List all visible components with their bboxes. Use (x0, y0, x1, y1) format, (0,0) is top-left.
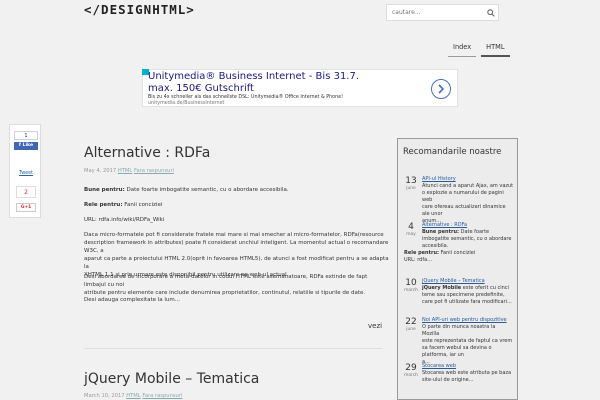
post-title-link[interactable]: Alternative : RDFa (422, 222, 467, 228)
ad-arrow-button[interactable] (431, 79, 451, 99)
article-category-link[interactable]: HTML (126, 393, 140, 399)
google-plus-button[interactable]: G+1 (16, 203, 36, 212)
google-plus-count: 2 (16, 186, 36, 198)
ad-url[interactable]: unitymedia.de/BusinessInternet (148, 101, 224, 106)
search-icon[interactable] (484, 6, 498, 20)
post-excerpt-more: Rele pentru: Fanii conciziei URL: rdfa..… (404, 250, 514, 264)
post-excerpt: Atunci cand a aparut Ajax, am vazut o ex… (422, 183, 514, 225)
article-paragraph: Daca micro-formatele pot fi considerate … (84, 231, 389, 279)
label-bad-for: Rele pentru: (404, 250, 440, 256)
article-comments-link[interactable]: Fara raspunsuri (134, 168, 174, 174)
facebook-like-count: 1 (14, 131, 38, 140)
text-line: Stocarea web este atributa pe baza (422, 370, 512, 376)
sidebar-title: Recomandarile noastre (403, 147, 502, 157)
text-line: Atunci cand a aparut Ajax, am vazut (422, 183, 514, 189)
text-line: site-ului de origine... (422, 377, 474, 383)
article-category-link[interactable]: HTML (118, 168, 132, 174)
text-line: O parte din munca noastra la Mozilla (422, 324, 496, 337)
post-month: june (406, 327, 416, 332)
read-more-link[interactable]: vezi (368, 322, 382, 330)
text-line: Bune pentru: Date foarte (422, 229, 490, 235)
main-nav: Index HTML (448, 38, 510, 57)
post-excerpt: Stocarea web este atributa pe baza site-… (422, 370, 514, 384)
article-meta: May 4, 2017 HTML Fara raspunsuri (84, 168, 174, 174)
post-date: 13 june (402, 176, 420, 191)
text-line: sa facem webul sa devina o platforma, ia… (422, 345, 492, 358)
text-line: accesibila. (422, 243, 449, 249)
text-good-for: Date foarte imbogatite semantic, cu o ab… (124, 187, 289, 193)
search-input[interactable] (387, 9, 484, 16)
chevron-right-icon (438, 84, 445, 94)
tweet-button[interactable]: Tweet (10, 171, 42, 176)
text-line: Desi abordarea de incorporare a meta-dat… (84, 274, 368, 288)
text-line: aparut ca parte a proiectului HTML 2.0(o… (84, 256, 389, 270)
site-logo[interactable]: </DESIGNHTML> (84, 2, 195, 17)
post-month: june (406, 186, 416, 191)
text-line: care ofereau actualizari dinamice ale un… (422, 204, 506, 217)
post-day: 22 (405, 317, 417, 327)
post-date: 29 march (402, 363, 420, 378)
facebook-like-label: Like (22, 143, 34, 148)
text-bad-for: Fanii conciziei (122, 202, 163, 208)
nav-item-html[interactable]: HTML (481, 38, 510, 57)
text-line: o explozie a numarului de pagini web (422, 190, 504, 203)
text-line: imbogatite semantic, cu o abordare (422, 236, 512, 242)
share-widget: 1 f Like Tweet 2 G+1 (9, 124, 41, 218)
post-title-link[interactable]: API-ul History (422, 176, 456, 182)
post-excerpt: O parte din munca noastra la Mozilla est… (422, 324, 514, 366)
post-day: 13 (405, 176, 417, 186)
post-excerpt: jQuery Mobile este oferit cu cinci teme … (422, 285, 514, 306)
text-line: URL: rdfa... (404, 257, 432, 263)
recommendations-sidebar: Recomandarile noastre 13 june API-ul His… (397, 138, 518, 400)
article-paragraph: Desi abordarea de incorporare a meta-dat… (84, 273, 389, 297)
post-title-link[interactable]: Stocarea web (422, 363, 456, 369)
article-paragraph: Rele pentru: Fanii conciziei (84, 201, 384, 209)
text-line: este reprezentata de faptul ca vrem (422, 338, 513, 344)
search-box (386, 4, 499, 21)
article-url-line: URL: rdfa.info/wiki/RDFa_Wiki (84, 217, 165, 223)
post-date: 22 june (402, 317, 420, 332)
text-line: Daca micro-formatele pot fi considerate … (84, 232, 384, 238)
article-meta: March 10, 2017 HTML Fara raspunsuri (84, 393, 182, 399)
text-line: jQuery Mobile este oferit cu cinci (422, 285, 509, 291)
facebook-like-button[interactable]: f Like (14, 142, 38, 150)
article-date: May 4, 2017 (84, 168, 117, 174)
bold-phrase: Bune pentru: (422, 229, 460, 235)
article-paragraph: Bune pentru: Date foarte imbogatite sema… (84, 186, 384, 194)
post-date: 4 may (402, 222, 420, 237)
article-comments-link[interactable]: Fara raspunsuri (142, 393, 182, 399)
post-day: 4 (408, 222, 414, 232)
article-date: March 10, 2017 (84, 393, 125, 399)
post-day: 29 (405, 363, 417, 373)
post-title-link[interactable]: Noi API-uri web pentru dispozitive (422, 317, 507, 323)
text-bad-for: Fanii conciziei (439, 250, 476, 256)
ad-title-line2[interactable]: max. 150€ Gutschrift (148, 83, 254, 94)
text-line: description framework in attributes) poa… (84, 240, 389, 254)
post-day: 10 (405, 278, 417, 288)
post-date: 10 march (402, 278, 420, 293)
article-excerpt-end: Desi adauga complexitate la lum... (84, 297, 181, 303)
label-bad-for: Rele pentru: (84, 202, 123, 208)
text-line: teme sau specimene predefinite, (422, 292, 505, 298)
post-month: may (406, 232, 416, 237)
article-title[interactable]: jQuery Mobile – Tematica (84, 371, 259, 387)
label-good-for: Bune pentru: (84, 187, 125, 193)
article-title[interactable]: Alternative : RDFa (84, 145, 210, 161)
text-line: care pot fi utilizate fara modificari... (422, 299, 512, 305)
ad-description: Bis zu 4x schneller als das schnellste D… (148, 95, 343, 100)
ad-title[interactable]: Unitymedia® Business Internet - Bis 31.7… (148, 71, 359, 82)
post-excerpt: Bune pentru: Date foarte imbogatite sema… (422, 229, 514, 250)
nav-item-index[interactable]: Index (448, 38, 477, 57)
post-title-link[interactable]: jQuery Mobile – Tematica (422, 278, 485, 284)
ad-banner[interactable]: Unitymedia® Business Internet - Bis 31.7… (142, 69, 458, 107)
post-month: march (404, 288, 418, 293)
bold-phrase: jQuery Mobile (422, 285, 462, 291)
post-month: march (404, 373, 418, 378)
article-divider (84, 348, 382, 349)
